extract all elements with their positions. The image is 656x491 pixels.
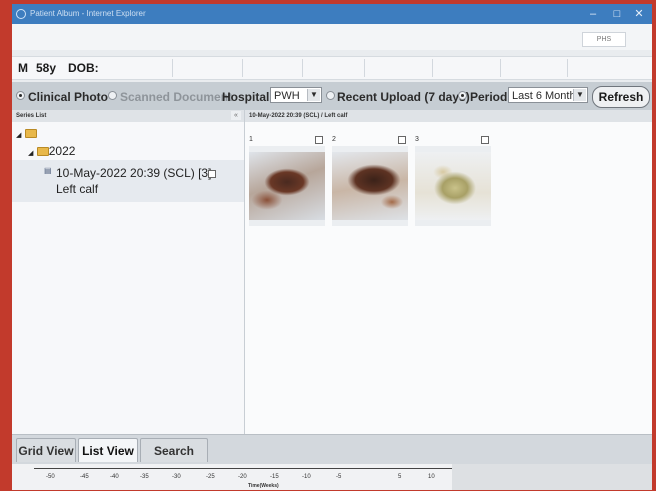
- recent-upload-label[interactable]: Recent Upload (7 days): [337, 90, 470, 104]
- axis-tick: 10: [428, 474, 435, 480]
- chevron-down-icon: ▼: [307, 89, 320, 101]
- tab-search-view[interactable]: Search View: [140, 438, 208, 482]
- clinical-photo-radio[interactable]: [16, 91, 25, 100]
- series-date: 10-May-2022 20:39 (SCL) [3]: [56, 166, 212, 180]
- window-title: Patient Album - Internet Explorer: [30, 9, 146, 18]
- series-list-header: Series List: [12, 110, 244, 122]
- refresh-button[interactable]: Refresh: [592, 86, 650, 108]
- clinical-photo-label[interactable]: Clinical Photo: [28, 90, 108, 104]
- hospital-select[interactable]: PWH ▼: [270, 87, 322, 103]
- thumbnail-number: 3: [415, 136, 419, 143]
- period-value: Last 6 Months: [512, 90, 582, 102]
- divider: [567, 59, 568, 77]
- chevron-down-icon: ▼: [573, 89, 586, 101]
- patient-info-bar: M 58y DOB:: [12, 56, 652, 80]
- divider: [302, 59, 303, 77]
- period-radio[interactable]: [458, 91, 467, 100]
- thumbnail-number: 2: [332, 136, 336, 143]
- tree-root[interactable]: ◢: [16, 126, 37, 140]
- divider: [242, 59, 243, 77]
- minimize-button[interactable]: –: [586, 7, 600, 21]
- wound-photo: [249, 152, 325, 220]
- folder-icon: [24, 129, 37, 139]
- axis-tick: 5: [398, 474, 402, 480]
- timeline-side-area: [452, 464, 652, 490]
- axis-tick: -5: [336, 474, 342, 480]
- thumbnail-checkbox[interactable]: [398, 136, 406, 144]
- series-item[interactable]: ▤ 10-May-2022 20:39 (SCL) [3] Left calf: [12, 160, 244, 202]
- thumbnail-checkbox[interactable]: [481, 136, 489, 144]
- hospital-label: Hospital:: [222, 90, 274, 104]
- scanned-document-label[interactable]: Scanned Document: [120, 90, 232, 104]
- series-list-panel: Series List « ◢ ◢ 2022 ▤ 10-May-2022 20:…: [12, 110, 245, 434]
- scanned-document-radio[interactable]: [108, 91, 117, 100]
- axis-tick: -45: [80, 474, 89, 480]
- series-site: Left calf: [56, 182, 99, 196]
- folder-icon: [36, 147, 49, 157]
- axis-tick: -10: [302, 474, 311, 480]
- axis-tick: -40: [110, 474, 119, 480]
- axis-tick: -50: [46, 474, 55, 480]
- hospital-value: PWH: [274, 90, 300, 102]
- thumbnail-checkbox[interactable]: [315, 136, 323, 144]
- divider: [364, 59, 365, 77]
- view-tabs: Grid View List View Search View: [12, 434, 652, 482]
- thumbnail-image[interactable]: [249, 146, 325, 226]
- period-select[interactable]: Last 6 Months ▼: [508, 87, 588, 103]
- axis-tick: -20: [238, 474, 247, 480]
- thumbnail-image[interactable]: [415, 146, 491, 226]
- recent-upload-radio[interactable]: [326, 91, 335, 100]
- patient-dob-label: DOB:: [68, 61, 99, 75]
- filter-bar: Clinical Photo Scanned Document Hospital…: [12, 82, 652, 110]
- thumbnail-number: 1: [249, 136, 253, 143]
- maximize-button[interactable]: □: [610, 7, 624, 21]
- top-strip: PHS: [12, 24, 652, 50]
- patient-sex: M: [18, 61, 28, 75]
- axis-tick: -15: [270, 474, 279, 480]
- collapse-panel-button[interactable]: «: [231, 111, 241, 120]
- patient-age: 58y: [36, 61, 57, 75]
- wound-photo: [415, 152, 491, 220]
- image-viewer-panel: 10-May-2022 20:39 (SCL) / Left calf 1 2 …: [245, 110, 652, 434]
- tab-list-view[interactable]: List View: [78, 438, 138, 462]
- viewer-header: 10-May-2022 20:39 (SCL) / Left calf: [245, 110, 652, 122]
- axis-tick: -35: [140, 474, 149, 480]
- browser-icon: [16, 9, 26, 19]
- thumbnail-image[interactable]: [332, 146, 408, 226]
- timeline-axis: -50 -45 -40 -35 -30 -25 -20 -15 -10 -5 5…: [12, 464, 652, 490]
- series-icon: ▤: [44, 166, 52, 175]
- divider: [500, 59, 501, 77]
- phs-field[interactable]: PHS: [582, 32, 626, 47]
- tab-grid-view[interactable]: Grid View: [16, 438, 76, 462]
- series-checkbox[interactable]: [208, 170, 216, 178]
- divider: [432, 59, 433, 77]
- app-window: Patient Album - Internet Explorer – □ ✕ …: [12, 4, 652, 490]
- wound-photo: [332, 152, 408, 220]
- axis-label: Time(Weeks): [248, 483, 279, 489]
- axis-tick: -25: [206, 474, 215, 480]
- title-bar: Patient Album - Internet Explorer – □ ✕: [12, 4, 652, 24]
- axis-tick: -30: [172, 474, 181, 480]
- tree-year-node[interactable]: ◢ 2022: [28, 144, 75, 158]
- close-button[interactable]: ✕: [632, 7, 646, 21]
- divider: [172, 59, 173, 77]
- year-label: 2022: [48, 144, 76, 158]
- axis-line: [34, 468, 454, 469]
- period-label: Period:: [470, 90, 512, 104]
